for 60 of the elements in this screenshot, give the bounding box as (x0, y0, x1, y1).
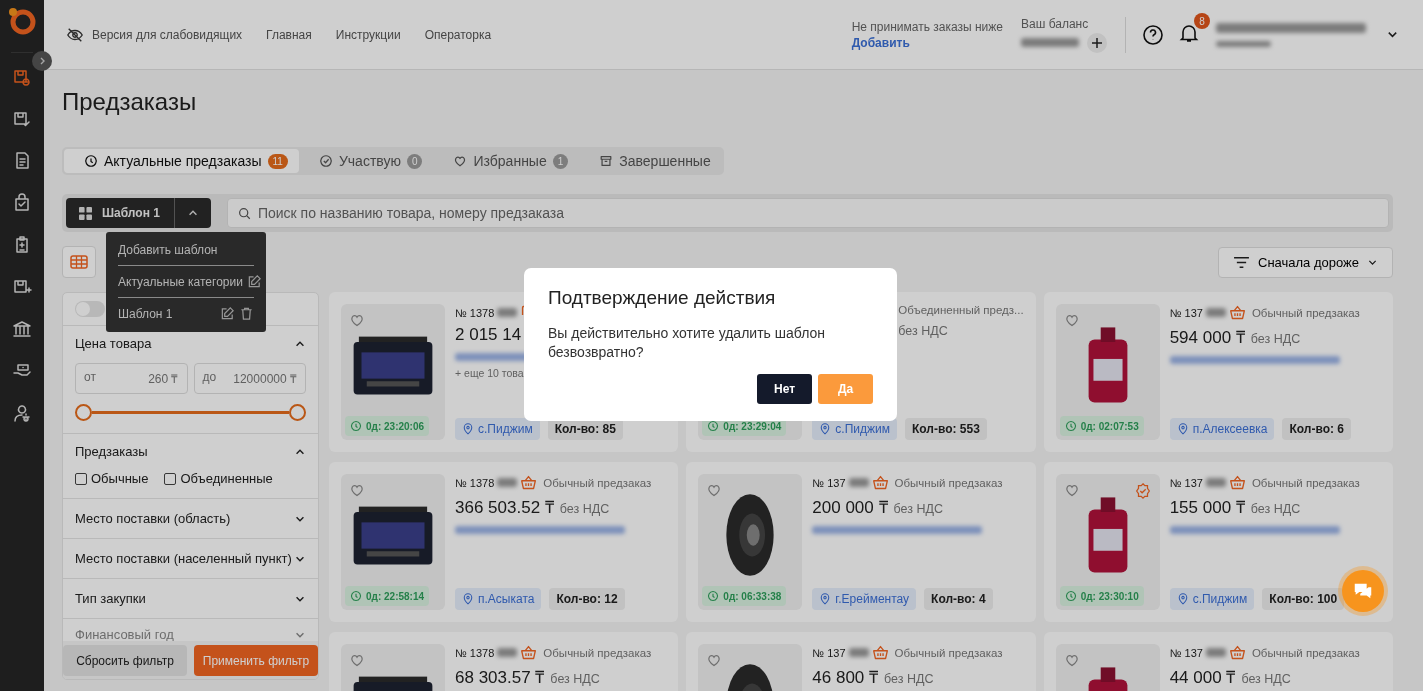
location-tag: с.Пиджим (1169, 588, 1255, 610)
order-type: Обычный предзаказ (543, 476, 652, 489)
balance-label: Ваш баланс (1021, 16, 1090, 31)
section-title: Цена товара (75, 336, 152, 351)
location-tag: г.Ерейментау (812, 588, 917, 610)
price: 46 800 ₸ (812, 667, 879, 688)
price: 594 000 ₸ (1169, 327, 1245, 348)
order-number: № 137 (1169, 646, 1203, 659)
order-type: Обычный предзаказ (1251, 306, 1360, 319)
quantity-tag: Кол-во: 100 (1262, 588, 1345, 610)
location-tag: п.Алексеевка (1169, 418, 1275, 440)
location-tag: п.Асыката (455, 588, 542, 610)
quantity-tag: Кол-во: 12 (549, 588, 625, 610)
location-tag: с.Пиджим (455, 418, 540, 440)
section-title: Тип закупки (75, 591, 146, 606)
price: 366 503.52 ₸ (455, 497, 554, 518)
vat-note: без НДС (1241, 672, 1291, 686)
order-type: Обычный предзаказ (1251, 476, 1360, 489)
timer-badge: 0д: 02:07:53 (1059, 416, 1144, 436)
vat-note: без НДС (893, 502, 943, 516)
order-number: № 137 (1169, 306, 1203, 319)
more-items-text: + еще 10 това (455, 367, 525, 379)
vat-note: без НДС (559, 502, 610, 516)
page-title: Предзаказы (62, 88, 198, 116)
vat-note: без НДС (1250, 332, 1301, 346)
section-title: Финансовый год (75, 627, 174, 642)
vat-note: без НДС (884, 672, 934, 686)
price: 155 000 ₸ (1169, 497, 1245, 518)
quantity-tag: Кол-во: 4 (924, 588, 993, 610)
order-number: № 137 (1169, 476, 1203, 489)
order-type: Обычный предзаказ (894, 476, 1003, 489)
order-type: Обычный предзаказ (894, 646, 1003, 659)
order-type: Обычный предзаказ (543, 646, 652, 659)
price: 68 303.57 ₸ (455, 667, 545, 688)
order-number: № 1378 (455, 306, 495, 319)
order-number: № 137 (812, 646, 846, 659)
order-type: Обычный предзаказ (1251, 646, 1360, 659)
section-title: Предзаказы (75, 444, 148, 459)
order-type: Объединенный предз... (898, 304, 1024, 316)
vat-note: без НДС (898, 324, 948, 338)
vat-note: без НДС (1250, 502, 1301, 516)
timer-badge: 0д: 23:30:10 (1059, 586, 1144, 606)
vat-note: без НДС (550, 672, 600, 686)
order-number: № 137 (812, 476, 846, 489)
price: 44 000 ₸ (1169, 667, 1236, 688)
notification-badge: 8 (1194, 13, 1210, 29)
section-title: Место поставки (область) (75, 511, 231, 526)
timer-badge: 0д: 23:20:06 (345, 416, 430, 436)
timer-badge: 0д: 06:33:38 (702, 586, 787, 606)
checkbox-label: Обычные (91, 471, 149, 486)
min-order-label: Не принимать заказы ниже (851, 19, 1003, 34)
order-number: № 1378 (455, 646, 495, 659)
price: 2 015 14 (455, 325, 522, 345)
order-number: № 1378 (455, 476, 495, 489)
quantity-tag: Кол-во: 6 (1282, 418, 1351, 440)
section-title: Место поставки (населенный пункт) (75, 551, 292, 566)
price: 200 000 ₸ (812, 497, 888, 518)
timer-badge: 0д: 22:58:14 (345, 586, 430, 606)
checkbox-label: Объединенные (180, 471, 273, 486)
quantity-tag: Кол-во: 553 (905, 418, 987, 440)
